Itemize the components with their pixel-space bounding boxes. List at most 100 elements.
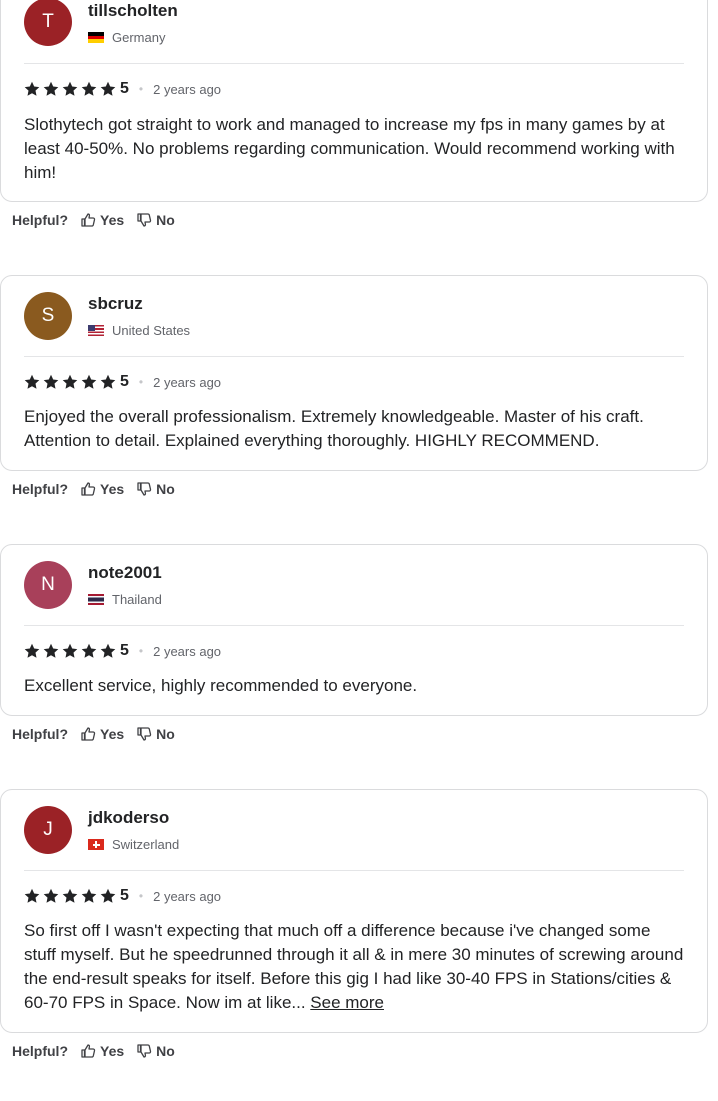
review-text: Excellent service, highly recommended to… <box>24 676 418 695</box>
thumbs-up-icon <box>81 482 96 496</box>
avatar[interactable]: J <box>24 806 72 854</box>
helpful-yes-button[interactable]: Yes <box>80 212 124 228</box>
username[interactable]: jdkoderso <box>88 808 169 828</box>
username[interactable]: sbcruz <box>88 294 143 314</box>
username[interactable]: note2001 <box>88 563 162 583</box>
divider <box>24 870 684 871</box>
username[interactable]: tillscholten <box>88 1 178 21</box>
separator-dot: • <box>138 82 144 96</box>
review-text: So first off I wasn't expecting that muc… <box>24 919 684 1015</box>
divider <box>24 356 684 357</box>
rating-row: 5 • 2 years ago <box>24 373 221 391</box>
no-label: No <box>156 1043 175 1059</box>
helpful-no-button[interactable]: No <box>136 212 175 228</box>
germany-flag-icon <box>88 32 104 43</box>
helpful-label: Helpful? <box>12 481 68 497</box>
thumbs-up-icon <box>81 213 96 227</box>
helpful-label: Helpful? <box>12 1043 68 1059</box>
rating-score: 5 <box>120 373 129 390</box>
thumbs-down-icon <box>137 1044 152 1058</box>
star-icon <box>100 81 116 97</box>
helpful-row: Helpful? Yes No <box>12 481 187 497</box>
review-text: Enjoyed the overall professionalism. Ext… <box>24 407 644 450</box>
no-label: No <box>156 481 175 497</box>
avatar[interactable]: T <box>24 0 72 46</box>
helpful-yes-button[interactable]: Yes <box>80 726 124 742</box>
star-icon <box>43 643 59 659</box>
helpful-no-button[interactable]: No <box>136 726 175 742</box>
avatar[interactable]: S <box>24 292 72 340</box>
switzerland-flag-icon <box>88 839 104 850</box>
star-icon <box>43 81 59 97</box>
thumbs-up-icon <box>81 1044 96 1058</box>
divider <box>24 63 684 64</box>
review-time: 2 years ago <box>153 643 222 659</box>
rating-row: 5 • 2 years ago <box>24 887 221 905</box>
thumbs-up-icon <box>81 727 96 741</box>
rating-score: 5 <box>120 887 129 904</box>
helpful-label: Helpful? <box>12 726 68 742</box>
star-icon <box>100 643 116 659</box>
star-icon <box>62 643 78 659</box>
review-time: 2 years ago <box>153 374 222 390</box>
no-label: No <box>156 212 175 228</box>
star-rating <box>24 81 119 97</box>
rating-score: 5 <box>120 80 129 97</box>
yes-label: Yes <box>100 481 125 497</box>
separator-dot: • <box>138 644 144 658</box>
star-icon <box>62 888 78 904</box>
thumbs-down-icon <box>137 213 152 227</box>
country-name: Thailand <box>112 592 162 607</box>
country-name: Germany <box>112 30 166 45</box>
reviewer-country: Thailand <box>88 592 162 607</box>
star-rating <box>24 888 119 904</box>
helpful-yes-button[interactable]: Yes <box>80 481 124 497</box>
rating-row: 5 • 2 years ago <box>24 80 221 98</box>
star-icon <box>81 374 97 390</box>
divider <box>24 625 684 626</box>
star-icon <box>62 374 78 390</box>
yes-label: Yes <box>100 212 125 228</box>
helpful-row: Helpful? Yes No <box>12 212 187 228</box>
united-states-flag-icon <box>88 325 104 336</box>
yes-label: Yes <box>100 1043 125 1059</box>
no-label: No <box>156 726 175 742</box>
helpful-row: Helpful? Yes No <box>12 726 187 742</box>
reviewer-country: United States <box>88 323 190 338</box>
review-time: 2 years ago <box>153 81 222 97</box>
helpful-yes-button[interactable]: Yes <box>80 1043 124 1059</box>
rating-row: 5 • 2 years ago <box>24 642 221 660</box>
star-icon <box>100 374 116 390</box>
see-more-link[interactable]: See more <box>310 993 384 1012</box>
helpful-no-button[interactable]: No <box>136 1043 175 1059</box>
review-time: 2 years ago <box>153 888 222 904</box>
thumbs-down-icon <box>137 482 152 496</box>
star-icon <box>24 888 40 904</box>
helpful-no-button[interactable]: No <box>136 481 175 497</box>
thailand-flag-icon <box>88 594 104 605</box>
star-icon <box>43 888 59 904</box>
yes-label: Yes <box>100 726 125 742</box>
star-rating <box>24 643 119 659</box>
helpful-row: Helpful? Yes No <box>12 1043 187 1059</box>
country-name: Switzerland <box>112 837 180 852</box>
star-icon <box>81 643 97 659</box>
separator-dot: • <box>138 889 144 903</box>
star-icon <box>24 374 40 390</box>
star-icon <box>100 888 116 904</box>
star-icon <box>24 643 40 659</box>
review-text: Slothytech got straight to work and mana… <box>24 115 675 182</box>
separator-dot: • <box>138 375 144 389</box>
helpful-label: Helpful? <box>12 212 68 228</box>
reviewer-country: Germany <box>88 30 165 45</box>
star-icon <box>62 81 78 97</box>
star-icon <box>81 888 97 904</box>
avatar[interactable]: N <box>24 561 72 609</box>
star-icon <box>43 374 59 390</box>
thumbs-down-icon <box>137 727 152 741</box>
star-icon <box>81 81 97 97</box>
star-icon <box>24 81 40 97</box>
star-rating <box>24 374 119 390</box>
reviewer-country: Switzerland <box>88 837 179 852</box>
country-name: United States <box>112 323 191 338</box>
